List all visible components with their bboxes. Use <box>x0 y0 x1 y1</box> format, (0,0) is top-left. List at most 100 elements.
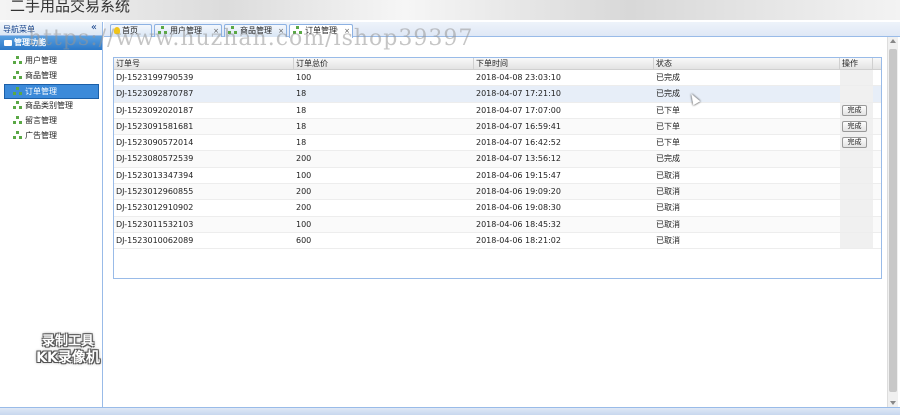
table-row[interactable]: DJ-1523011532103 100 2018-04-06 18:45:32 已取… <box>114 216 881 233</box>
panel-title[interactable]: 管理功能 <box>0 36 102 50</box>
table-row[interactable]: DJ-1523091581681 18 2018-04-07 16:59:41 已下单… <box>114 118 881 136</box>
tab-label: 首页 <box>122 26 138 35</box>
tab-close-icon[interactable]: × <box>278 25 284 37</box>
table-cell-time: 2018-04-08 23:03:10 <box>476 73 561 82</box>
table-cell-status: 已取消 <box>656 235 680 245</box>
tab-label: 订单管理 <box>305 26 337 35</box>
table-cell-action <box>840 216 873 232</box>
tab-close-icon[interactable]: × <box>213 25 219 37</box>
table-cell-id: DJ-1523092870787 <box>116 89 194 99</box>
table-cell-time: 2018-04-06 19:09:20 <box>476 187 561 197</box>
folder-icon <box>4 39 12 46</box>
table-cell-id: DJ-1523199790539 <box>116 73 194 82</box>
table-cell-time: 2018-04-07 16:59:41 <box>476 121 561 131</box>
sidebar-item[interactable]: 商品管理 <box>0 69 102 84</box>
table-cell-action: 完成 <box>840 102 873 118</box>
table-row[interactable]: DJ-1523012910902 200 2018-04-06 19:08:30 已取… <box>114 200 881 217</box>
table-cell-status: 已完成 <box>656 89 680 99</box>
table-row[interactable]: DJ-1523092870787 18 2018-04-07 17:21:10 已完成 <box>114 86 881 103</box>
column-header[interactable]: 订单号 <box>114 58 294 69</box>
column-header[interactable]: 状态 <box>654 58 840 69</box>
sidebar-item[interactable]: 广告管理 <box>0 129 102 144</box>
column-header[interactable]: 订单总价 <box>294 58 474 69</box>
sidebar-item-label: 留言管理 <box>25 116 57 125</box>
tree-icon <box>293 26 302 34</box>
table-row[interactable]: DJ-1523012960855 200 2018-04-06 19:09:20 已取… <box>114 184 881 201</box>
table-cell-action: 完成 <box>840 135 873 151</box>
tree-icon <box>13 101 22 109</box>
table-cell-time: 2018-04-06 19:15:47 <box>476 170 561 180</box>
table-row[interactable]: DJ-1523080572539 200 2018-04-07 13:56:12 已完… <box>114 151 881 168</box>
grid-header: 订单号 订单总价 下单时间 状态 操作 <box>114 58 881 70</box>
table-cell-id: DJ-1523091581681 <box>116 121 194 131</box>
table-cell-total: 18 <box>296 138 307 148</box>
table-cell-total: 18 <box>296 105 307 115</box>
tree-icon <box>13 71 22 79</box>
table-cell-total: 18 <box>296 89 307 99</box>
recorder-badge-line1: 录制工具 <box>41 334 94 349</box>
tab-label: 商品管理 <box>240 26 272 35</box>
table-cell-action <box>840 232 873 249</box>
sidebar-item-label: 商品管理 <box>25 71 57 80</box>
sidebar-item-label: 广告管理 <box>25 131 57 140</box>
table-cell-total: 100 <box>296 73 312 82</box>
collapse-icon[interactable]: « <box>91 22 97 33</box>
complete-order-button[interactable]: 完成 <box>842 120 867 132</box>
table-cell-time: 2018-04-07 13:56:12 <box>476 154 561 164</box>
sidebar-item[interactable]: 商品类别管理 <box>0 99 102 114</box>
table-cell-id: DJ-1523012910902 <box>116 203 194 213</box>
column-header[interactable]: 下单时间 <box>474 58 654 69</box>
table-cell-time: 2018-04-06 19:08:30 <box>476 203 561 213</box>
orders-grid: 订单号 订单总价 下单时间 状态 操作 DJ-1523199790539 100 2018-… <box>113 57 882 279</box>
table-row[interactable]: DJ-1523199790539 100 2018-04-08 23:03:10 已完… <box>114 70 881 87</box>
tab-label: 用户管理 <box>170 26 202 35</box>
sidebar-item[interactable]: 留言管理 <box>0 114 102 129</box>
table-cell-status: 已完成 <box>656 73 680 82</box>
sidebar-header: 导航菜单 « <box>0 22 102 36</box>
table-cell-id: DJ-1523012960855 <box>116 187 194 197</box>
tab[interactable]: 订单管理 × <box>289 24 353 38</box>
sidebar-header-label: 导航菜单 <box>3 25 35 34</box>
tab[interactable]: 首页 <box>110 24 152 37</box>
table-cell-total: 200 <box>296 203 312 213</box>
table-cell-id: DJ-1523010062089 <box>116 235 194 245</box>
sidebar-item[interactable]: 订单管理 <box>4 84 99 99</box>
tree-icon <box>13 131 22 139</box>
complete-order-button[interactable]: 完成 <box>842 137 867 149</box>
panel-title-label: 管理功能 <box>14 38 46 47</box>
tab[interactable]: 商品管理 × <box>224 24 287 37</box>
tree-icon <box>13 56 22 64</box>
table-row[interactable]: DJ-1523013347394 100 2018-04-06 19:15:47 已取… <box>114 167 881 185</box>
table-cell-action <box>840 86 873 102</box>
table-cell-id: DJ-1523080572539 <box>116 154 194 164</box>
table-cell-id: DJ-1523013347394 <box>116 170 194 180</box>
table-row[interactable]: DJ-1523092020187 18 2018-04-07 17:07:00 已下单… <box>114 102 881 119</box>
scroll-up-icon[interactable] <box>890 39 896 43</box>
table-cell-status: 已完成 <box>656 154 680 164</box>
table-cell-total: 200 <box>296 154 312 164</box>
table-cell-action: 完成 <box>840 118 873 135</box>
scrollbar-thumb[interactable] <box>889 49 897 392</box>
complete-order-button[interactable]: 完成 <box>842 104 867 116</box>
sidebar-item[interactable]: 用户管理 <box>0 54 102 69</box>
tree-icon <box>13 116 22 124</box>
table-cell-status: 已下单 <box>656 121 680 131</box>
app-title: 二手用品交易系统 <box>10 0 131 15</box>
column-header[interactable]: 操作 <box>840 58 873 69</box>
vertical-scrollbar[interactable] <box>887 37 898 407</box>
table-cell-id: DJ-1523090572014 <box>116 138 194 148</box>
tab-close-icon[interactable]: × <box>344 25 350 37</box>
table-cell-status: 已取消 <box>656 219 680 229</box>
tab[interactable]: 用户管理 × <box>154 24 222 37</box>
table-row[interactable]: DJ-1523090572014 18 2018-04-07 16:42:52 已下单… <box>114 135 881 152</box>
table-row[interactable]: DJ-1523010062089 600 2018-04-06 18:21:02 已取… <box>114 232 881 250</box>
table-cell-status: 已取消 <box>656 170 680 180</box>
table-cell-id: DJ-1523011532103 <box>116 219 194 229</box>
scroll-down-icon[interactable] <box>890 401 896 405</box>
top-banner: 二手用品交易系统 <box>0 0 900 20</box>
table-cell-status: 已取消 <box>656 187 680 197</box>
grid-body: DJ-1523199790539 100 2018-04-08 23:03:10 已完… <box>114 70 881 250</box>
table-cell-action <box>840 151 873 167</box>
table-cell-status: 已下单 <box>656 105 680 115</box>
table-cell-status: 已取消 <box>656 203 680 213</box>
